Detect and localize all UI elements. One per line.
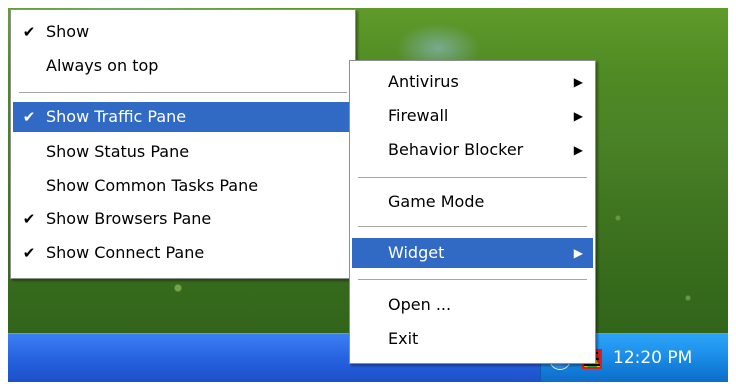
menu-item-label: Show Status Pane <box>46 142 190 161</box>
menu-item-label: Show Traffic Pane <box>46 107 187 126</box>
menu-separator <box>358 226 587 227</box>
menu-item-behavior-blocker[interactable]: Behavior Blocker ▶ <box>352 135 593 165</box>
menu-item-show-common-tasks-pane[interactable]: Show Common Tasks Pane <box>13 171 353 201</box>
taskbar-clock[interactable]: 12:20 PM <box>613 334 692 382</box>
menu-item-label: Show <box>46 22 90 41</box>
menu-item-always-on-top[interactable]: Always on top <box>13 51 353 81</box>
menu-item-show-status-pane[interactable]: Show Status Pane <box>13 137 353 167</box>
menu-item-label: Antivirus <box>388 72 459 91</box>
menu-item-label: Behavior Blocker <box>388 140 524 159</box>
check-icon: ✔ <box>22 244 36 262</box>
menu-item-label: Show Common Tasks Pane <box>46 176 259 195</box>
menu-separator <box>358 177 587 178</box>
menu-separator <box>358 279 587 280</box>
menu-item-show-connect-pane[interactable]: ✔ Show Connect Pane <box>13 238 353 268</box>
check-icon: ✔ <box>22 23 36 41</box>
menu-item-open[interactable]: Open ... <box>352 290 593 320</box>
submenu-arrow-icon: ▶ <box>573 143 583 157</box>
menu-item-exit[interactable]: Exit <box>352 324 593 354</box>
menu-item-label: Exit <box>388 329 419 348</box>
menu-item-widget[interactable]: Widget ▶ <box>352 238 593 268</box>
submenu-arrow-icon: ▶ <box>573 246 583 260</box>
menu-item-label: Show Browsers Pane <box>46 209 212 228</box>
menu-item-label: Show Connect Pane <box>46 243 205 262</box>
check-icon: ✔ <box>22 108 36 126</box>
menu-item-firewall[interactable]: Firewall ▶ <box>352 101 593 131</box>
menu-item-label: Firewall <box>388 106 449 125</box>
menu-item-show[interactable]: ✔ Show <box>13 17 353 47</box>
menu-item-label: Always on top <box>46 56 159 75</box>
menu-item-show-traffic-pane[interactable]: ✔ Show Traffic Pane <box>13 102 353 132</box>
tray-app-menu: Antivirus ▶ Firewall ▶ Behavior Blocker … <box>349 60 596 364</box>
submenu-arrow-icon: ▶ <box>573 75 583 89</box>
menu-item-game-mode[interactable]: Game Mode <box>352 187 593 217</box>
menu-item-show-browsers-pane[interactable]: ✔ Show Browsers Pane <box>13 204 353 234</box>
menu-separator <box>19 92 347 93</box>
menu-item-label: Widget <box>388 243 445 262</box>
menu-item-antivirus[interactable]: Antivirus ▶ <box>352 67 593 97</box>
menu-item-label: Game Mode <box>388 192 485 211</box>
check-icon: ✔ <box>22 210 36 228</box>
menu-item-label: Open ... <box>388 295 452 314</box>
submenu-arrow-icon: ▶ <box>573 109 583 123</box>
view-options-menu: ✔ Show Always on top ✔ Show Traffic Pane… <box>10 9 356 279</box>
